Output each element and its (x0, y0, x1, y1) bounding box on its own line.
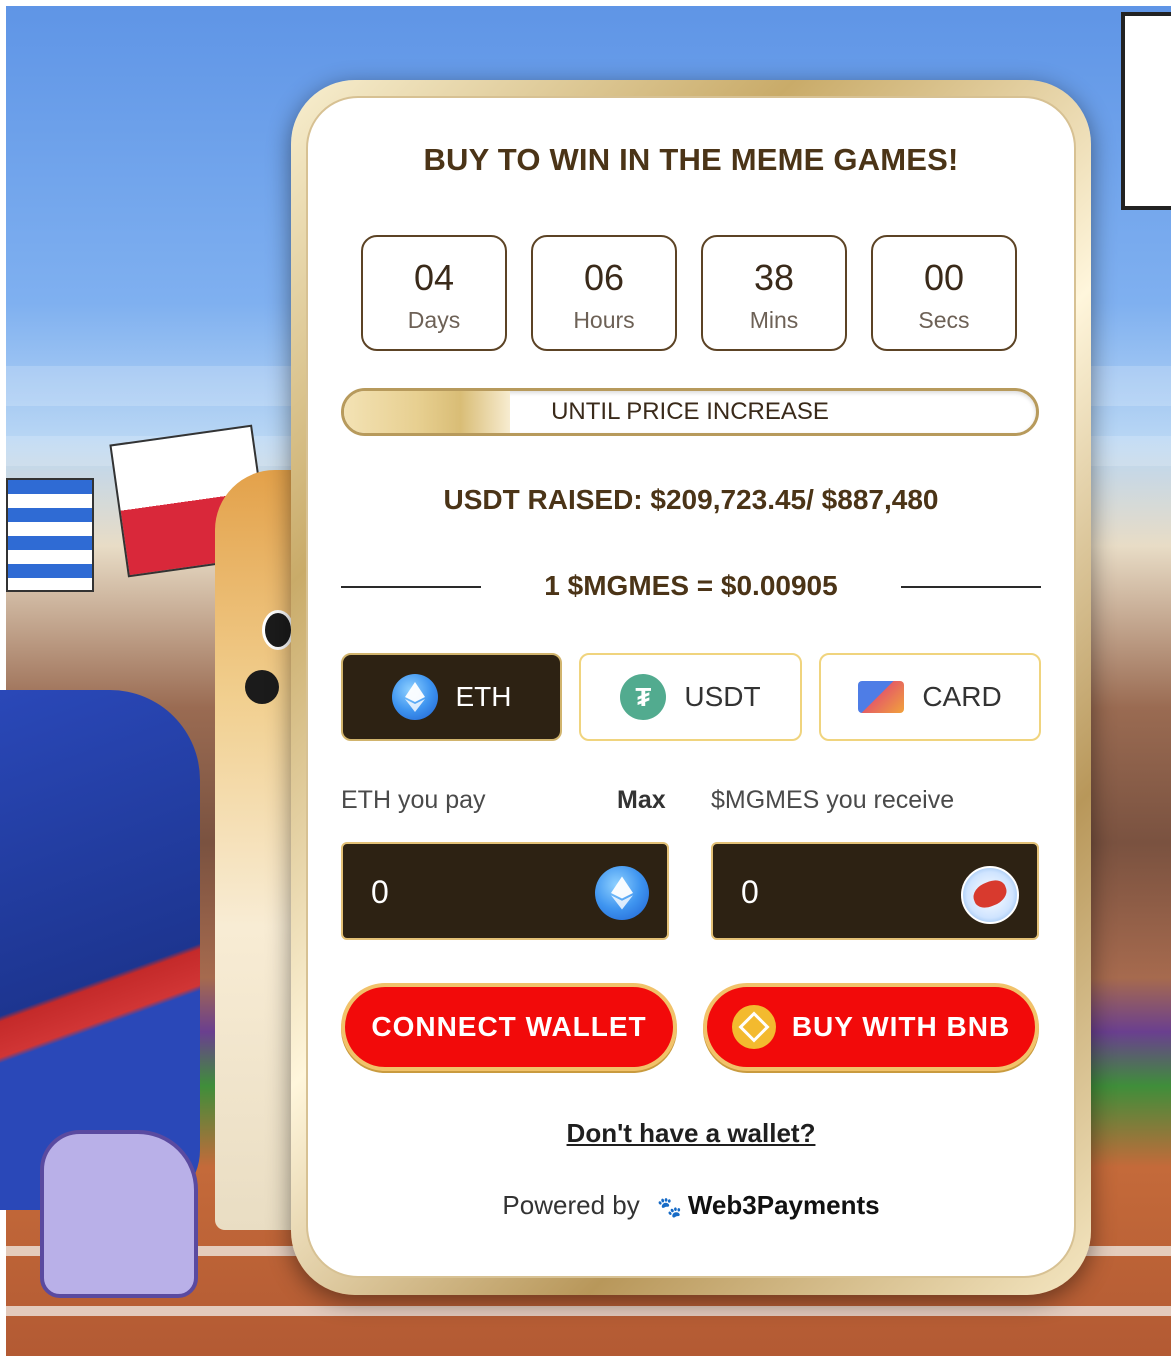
powered-by-prefix: Powered by (502, 1190, 640, 1220)
countdown-secs: 00 Secs (871, 235, 1017, 351)
receive-amount-input[interactable] (739, 844, 943, 940)
mgmes-token-icon (961, 866, 1019, 924)
web3payments-brand[interactable]: Web3Payments (688, 1190, 880, 1220)
pay-method-label: ETH (455, 681, 512, 712)
pay-method-label: CARD (922, 681, 1002, 712)
pay-eth-button[interactable]: ETH (341, 653, 562, 741)
usdt-raised: USDT RAISED: $209,723.45/ $887,480 (443, 484, 939, 515)
bnb-coin-icon (731, 1005, 776, 1049)
price-progress-bar: UNTIL PRICE INCREASE (341, 388, 1039, 436)
pay-field-label: ETH you pay (341, 786, 486, 814)
greece-flag (6, 478, 94, 592)
eth-coin-icon (595, 866, 649, 920)
buy-bnb-label: BUY WITH BNB (791, 1011, 1011, 1042)
athlete-shoe (40, 1130, 198, 1298)
usdt-coin-icon: ₮ (620, 674, 667, 720)
countdown-value: 38 (753, 257, 795, 298)
receive-field-label: $MGMES you receive (711, 786, 955, 814)
countdown-label: Hours (573, 307, 635, 333)
countdown-label: Secs (918, 307, 970, 333)
countdown-hours: 06 Hours (531, 235, 677, 351)
countdown-value: 06 (583, 257, 625, 298)
eth-coin-icon (391, 674, 438, 720)
pay-method-label: USDT (684, 681, 761, 712)
buy-with-bnb-button[interactable]: BUY WITH BNB (703, 983, 1039, 1071)
connect-wallet-label: CONNECT WALLET (371, 1011, 647, 1042)
receive-amount-box (711, 842, 1039, 940)
powered-by: Powered by 🐾 Web3Payments (306, 1190, 1076, 1221)
max-button[interactable]: Max (617, 786, 666, 815)
stadium-sign (1121, 12, 1171, 210)
widget-title: BUY TO WIN IN THE MEME GAMES! (423, 142, 959, 177)
pay-amount-box (341, 842, 669, 940)
paw-logo-icon: 🐾 (656, 1197, 682, 1219)
dog-eye (262, 610, 294, 650)
credit-card-icon (858, 681, 905, 713)
pay-card-button[interactable]: CARD (819, 653, 1041, 741)
connect-wallet-button[interactable]: CONNECT WALLET (341, 983, 677, 1071)
progress-label: UNTIL PRICE INCREASE (551, 398, 829, 425)
pay-usdt-button[interactable]: ₮ USDT (579, 653, 802, 741)
countdown-value: 00 (923, 257, 965, 298)
countdown-value: 04 (413, 257, 455, 298)
countdown-mins: 38 Mins (701, 235, 847, 351)
track-lane (6, 1306, 1171, 1316)
no-wallet-link[interactable]: Don't have a wallet? (306, 1118, 1076, 1149)
countdown-label: Days (407, 307, 461, 333)
countdown-days: 04 Days (361, 235, 507, 351)
pay-amount-input[interactable] (369, 844, 573, 940)
dog-nose (245, 670, 279, 704)
token-price-row: 1 $MGMES = $0.00905 (341, 566, 1041, 606)
countdown-label: Mins (749, 307, 799, 333)
divider-line (901, 586, 1041, 588)
